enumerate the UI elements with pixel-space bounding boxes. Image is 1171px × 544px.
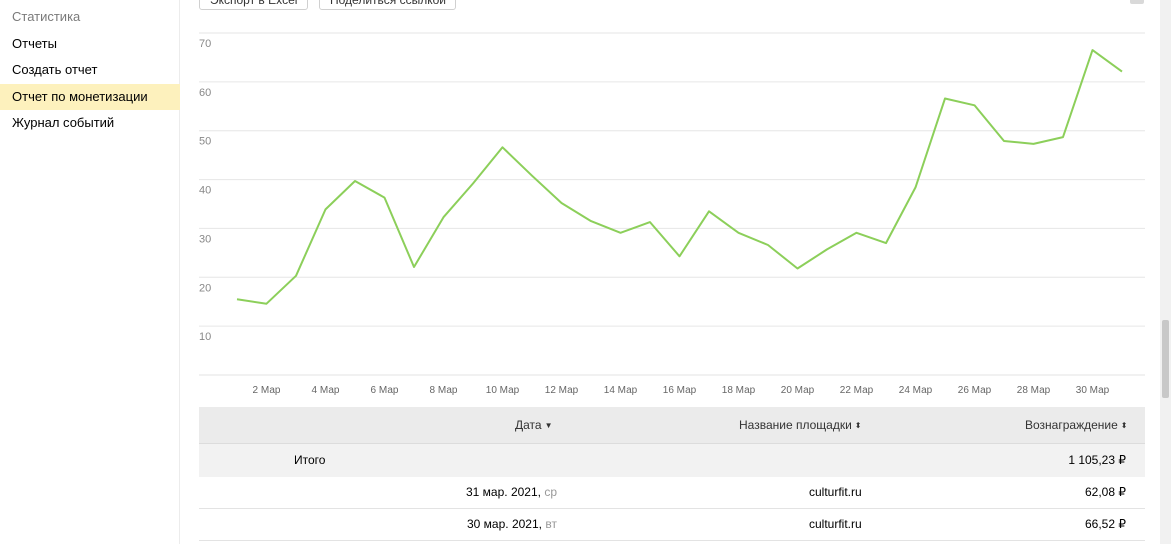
- data-point: [855, 231, 859, 235]
- row-date-text: 30 мар. 2021,: [467, 517, 542, 531]
- y-tick-label: 40: [199, 185, 211, 197]
- data-point: [442, 215, 446, 219]
- chart-x-axis: 2 Мар 4 Мар 6 Мар 8 Мар 10 Мар 12 Мар 14 Мар 16…: [253, 385, 1110, 396]
- data-point: [412, 265, 416, 269]
- data-point: [1091, 48, 1095, 52]
- total-label: Итого: [294, 453, 326, 467]
- site-column-header[interactable]: Название площадки ⬍: [739, 407, 861, 444]
- x-tick-label: 28 Мар: [1017, 385, 1051, 396]
- table-row[interactable]: 30 мар. 2021, вт culturfit.ru 66,52 ₽: [199, 509, 1145, 541]
- data-point: [973, 103, 977, 107]
- row-date: 30 мар. 2021, вт: [467, 509, 557, 540]
- data-point: [294, 274, 298, 278]
- total-value: 1 105,23 ₽: [1068, 453, 1126, 467]
- site-header-label: Название площадки: [739, 418, 852, 432]
- scrollbar-thumb[interactable]: [1162, 320, 1169, 398]
- data-point: [914, 185, 918, 189]
- y-tick-label: 30: [199, 233, 211, 245]
- data-point: [796, 266, 800, 270]
- total-row: Итого 1 105,23 ₽: [199, 443, 1145, 477]
- data-point: [825, 247, 829, 251]
- sort-icon: ⬍: [854, 421, 862, 430]
- y-tick-label: 10: [199, 331, 211, 343]
- x-tick-label: 4 Мар: [312, 385, 340, 396]
- row-site: culturfit.ru: [809, 517, 862, 531]
- date-header-label: Дата: [515, 418, 542, 432]
- data-point: [235, 297, 239, 301]
- y-tick-label: 20: [199, 282, 211, 294]
- page-scrollbar[interactable]: [1160, 0, 1171, 544]
- data-point: [884, 241, 888, 245]
- data-point: [265, 302, 269, 306]
- sort-icon: ⬍: [1120, 421, 1128, 430]
- x-tick-label: 18 Мар: [722, 385, 756, 396]
- data-point: [353, 179, 357, 183]
- table-row[interactable]: 31 мар. 2021, ср culturfit.ru 62,08 ₽: [199, 477, 1145, 509]
- row-date: 31 мар. 2021, ср: [466, 477, 557, 508]
- data-point: [324, 207, 328, 211]
- chart-grid: [199, 32, 1145, 376]
- data-point: [589, 219, 593, 223]
- row-weekday: ср: [544, 485, 558, 499]
- data-point: [1120, 70, 1124, 74]
- data-point: [1032, 142, 1036, 146]
- x-tick-label: 12 Мар: [545, 385, 579, 396]
- x-tick-label: 22 Мар: [840, 385, 874, 396]
- stats-table: Дата ▼ Название площадки ⬍ Вознаграждение ⬍…: [199, 407, 1145, 541]
- chart-series: [235, 48, 1124, 306]
- data-point: [383, 196, 387, 200]
- monetization-chart: 10 20 30 40 50 60 70 2 Мар 4 Мар 6 Мар 8 Мар 10 Ма…: [199, 32, 1145, 396]
- x-tick-label: 30 Мар: [1076, 385, 1110, 396]
- data-point: [619, 231, 623, 235]
- table-header: Дата ▼ Название площадки ⬍ Вознаграждение ⬍: [199, 407, 1145, 443]
- row-weekday: вт: [545, 517, 557, 531]
- x-tick-label: 26 Мар: [958, 385, 992, 396]
- chart-y-axis: 10 20 30 40 50 60 70: [199, 38, 211, 343]
- data-point: [501, 145, 505, 149]
- row-site: culturfit.ru: [809, 485, 862, 499]
- data-point: [766, 243, 770, 247]
- y-tick-label: 50: [199, 136, 211, 148]
- date-column-header[interactable]: Дата ▼: [515, 407, 553, 444]
- data-point: [648, 220, 652, 224]
- data-point: [1002, 139, 1006, 143]
- data-point: [530, 174, 534, 178]
- y-tick-label: 60: [199, 87, 211, 99]
- data-point: [471, 181, 475, 185]
- data-point: [678, 254, 682, 258]
- data-point: [707, 209, 711, 213]
- series-line: [236, 49, 1123, 305]
- x-tick-label: 8 Мар: [430, 385, 458, 396]
- sort-desc-icon: ▼: [544, 421, 553, 430]
- data-point: [737, 231, 741, 235]
- row-reward: 62,08 ₽: [1085, 485, 1126, 499]
- y-tick-label: 70: [199, 38, 211, 50]
- reward-header-label: Вознаграждение: [1025, 418, 1118, 432]
- x-tick-label: 14 Мар: [604, 385, 638, 396]
- x-tick-label: 16 Мар: [663, 385, 697, 396]
- x-tick-label: 2 Мар: [253, 385, 281, 396]
- x-tick-label: 24 Мар: [899, 385, 933, 396]
- data-point: [560, 201, 564, 205]
- x-tick-label: 10 Мар: [486, 385, 520, 396]
- reward-column-header[interactable]: Вознаграждение ⬍: [1025, 407, 1127, 444]
- data-point: [1061, 135, 1065, 139]
- x-tick-label: 20 Мар: [781, 385, 815, 396]
- row-date-text: 31 мар. 2021,: [466, 485, 541, 499]
- row-reward: 66,52 ₽: [1085, 517, 1126, 531]
- x-tick-label: 6 Мар: [371, 385, 399, 396]
- data-point: [943, 96, 947, 100]
